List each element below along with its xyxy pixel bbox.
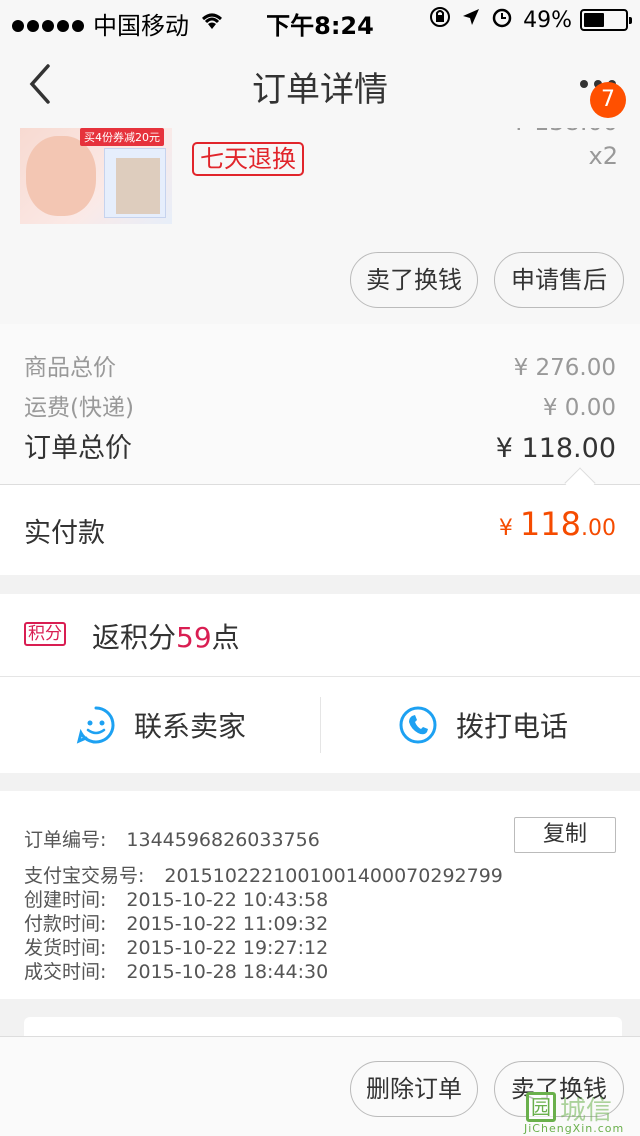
paid-time-row: 付款时间: 2015-10-22 11:09:32: [24, 909, 328, 936]
paid-time-label: 付款时间:: [24, 913, 107, 935]
nav-bar: 订单详情 7: [0, 40, 640, 128]
paid-amount: ¥ 118.00: [499, 505, 616, 543]
watermark: 园 城信 JiChengXin.com: [520, 1086, 640, 1136]
paid-label: 实付款: [24, 518, 105, 549]
alipay-number-value: 2015102221001001400070292799: [164, 865, 503, 887]
battery-fill: [584, 13, 604, 27]
watermark-url: JiChengXin.com: [524, 1122, 625, 1135]
completed-time-value: 2015-10-28 18:44:30: [126, 961, 329, 983]
paid-integer: 118: [519, 505, 581, 543]
contact-seller-label: 联系卖家: [134, 710, 247, 743]
battery-percent: 49%: [523, 7, 572, 33]
paid-section: 实付款 ¥ 118.00: [0, 485, 640, 575]
order-info-section: 订单编号: 1344596826033756 复制 支付宝交易号: 20151022…: [0, 791, 640, 999]
contact-divider: [320, 697, 321, 753]
order-total-row: 订单总价 ¥ 118.00: [24, 426, 616, 465]
order-number-label: 订单编号:: [24, 829, 107, 851]
paid-time-value: 2015-10-22 11:09:32: [126, 913, 329, 935]
points-value: 59: [176, 621, 212, 654]
goods-total-value: ¥ 276.00: [513, 355, 616, 381]
shipped-time-row: 发货时间: 2015-10-22 19:27:12: [24, 933, 328, 960]
baby-image: [26, 136, 96, 216]
rotation-lock-icon: [429, 6, 451, 34]
call-phone-label: 拨打电话: [456, 710, 569, 743]
order-number-value: 1344596826033756: [126, 829, 320, 851]
page-title: 订单详情: [252, 70, 388, 110]
location-icon: [461, 7, 481, 33]
promo-banner: 买4份券减20元: [80, 128, 164, 146]
completed-time-row: 成交时间: 2015-10-28 18:44:30: [24, 957, 328, 984]
completed-time-label: 成交时间:: [24, 961, 107, 983]
goods-total-label: 商品总价: [24, 355, 116, 381]
sell-button[interactable]: 卖了换钱: [350, 252, 478, 308]
product-section: 买4份券减20元 七天退换 ¥ 138.00 x2 卖了换钱 申请售后: [0, 128, 640, 324]
product-box-label: [116, 158, 160, 214]
shipped-time-label: 发货时间:: [24, 937, 107, 959]
more-dot-icon: [580, 80, 588, 88]
order-total-value: ¥ 118.00: [495, 433, 616, 464]
goods-total-row: 商品总价 ¥ 276.00: [24, 348, 616, 382]
totals-section: 商品总价 ¥ 276.00 运费(快递) ¥ 0.00 订单总价 ¥ 118.0…: [0, 324, 640, 484]
paid-currency: ¥: [498, 516, 520, 541]
points-suffix: 点: [211, 621, 240, 654]
created-time-row: 创建时间: 2015-10-22 10:43:58: [24, 885, 328, 912]
order-total-label: 订单总价: [24, 433, 132, 464]
shipped-time-value: 2015-10-22 19:27:12: [126, 937, 329, 959]
chat-smile-icon: [76, 706, 115, 744]
shipping-label: 运费(快递): [24, 395, 134, 421]
quantity: x2: [588, 142, 618, 170]
paid-decimal: .00: [581, 516, 616, 541]
alipay-number-label: 支付宝交易号:: [24, 865, 145, 887]
created-time-label: 创建时间:: [24, 889, 107, 911]
notification-badge: 7: [590, 82, 626, 118]
status-bar: 中国移动 下午8:24 49%: [0, 0, 640, 40]
copy-button[interactable]: 复制: [514, 817, 616, 853]
aftersale-button[interactable]: 申请售后: [494, 252, 624, 308]
phone-icon: [399, 706, 437, 744]
points-section: 积分 返积分59点: [0, 594, 640, 676]
points-prefix: 返积分: [92, 621, 177, 654]
status-right: 49%: [419, 6, 632, 34]
alarm-icon: [491, 6, 513, 34]
unit-price: ¥ 138.00: [511, 128, 618, 136]
created-time-value: 2015-10-22 10:43:58: [126, 889, 329, 911]
points-tag: 积分: [24, 622, 66, 646]
alipay-number-row: 支付宝交易号: 2015102221001001400070292799: [24, 861, 503, 888]
points-text: 返积分59点: [92, 616, 240, 656]
delete-order-button[interactable]: 删除订单: [350, 1061, 478, 1117]
order-number-row: 订单编号: 1344596826033756: [24, 825, 320, 852]
watermark-logo-icon: 园: [526, 1092, 556, 1122]
call-phone-button[interactable]: 拨打电话: [398, 677, 568, 773]
return-policy-tag: 七天退换: [192, 142, 304, 176]
contact-seller-button[interactable]: 联系卖家: [76, 677, 246, 773]
shipping-value: ¥ 0.00: [542, 395, 616, 421]
product-image[interactable]: 买4份券减20元: [20, 128, 172, 224]
contact-section: 联系卖家 拨打电话: [0, 677, 640, 773]
battery-icon: [580, 9, 632, 31]
shipping-row: 运费(快递) ¥ 0.00: [24, 388, 616, 422]
